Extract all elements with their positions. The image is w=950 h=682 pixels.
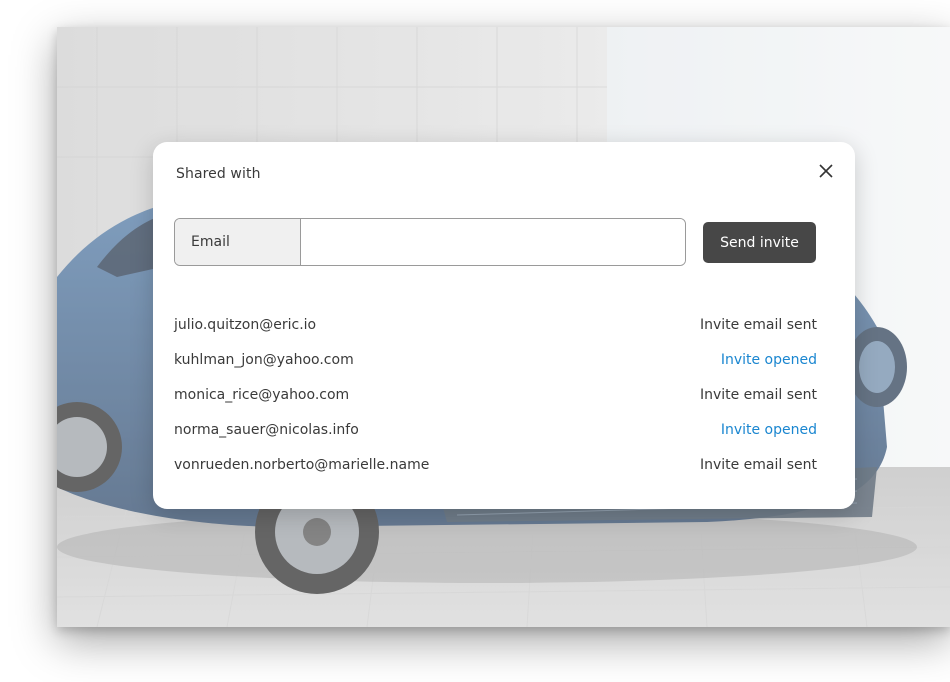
shared-with-list: julio.quitzon@eric.io Invite email sent …: [174, 307, 817, 482]
send-invite-button[interactable]: Send invite: [703, 222, 816, 263]
email-input[interactable]: [301, 219, 685, 265]
share-email: vonrueden.norberto@marielle.name: [174, 456, 430, 473]
share-status: Invite opened: [720, 421, 817, 438]
email-label: Email: [175, 219, 301, 265]
list-item: norma_sauer@nicolas.info Invite opened: [174, 412, 817, 447]
share-dialog: Shared with Email Send invite julio.quit…: [153, 142, 855, 509]
list-item: vonrueden.norberto@marielle.name Invite …: [174, 447, 817, 482]
share-email: norma_sauer@nicolas.info: [174, 421, 359, 438]
share-status: Invite opened: [720, 351, 817, 368]
list-item: julio.quitzon@eric.io Invite email sent: [174, 307, 817, 342]
share-status: Invite email sent: [699, 386, 817, 403]
list-item: monica_rice@yahoo.com Invite email sent: [174, 377, 817, 412]
share-status: Invite email sent: [699, 316, 817, 333]
share-email: julio.quitzon@eric.io: [174, 316, 317, 333]
email-input-group: Email: [174, 218, 686, 266]
close-icon: [819, 164, 833, 178]
page: Shared with Email Send invite julio.quit…: [0, 0, 950, 682]
dialog-title: Shared with: [176, 166, 261, 182]
list-item: kuhlman_jon@yahoo.com Invite opened: [174, 342, 817, 377]
share-status: Invite email sent: [699, 456, 817, 473]
share-email: kuhlman_jon@yahoo.com: [174, 351, 354, 368]
share-email: monica_rice@yahoo.com: [174, 386, 350, 403]
close-button[interactable]: [817, 162, 835, 180]
